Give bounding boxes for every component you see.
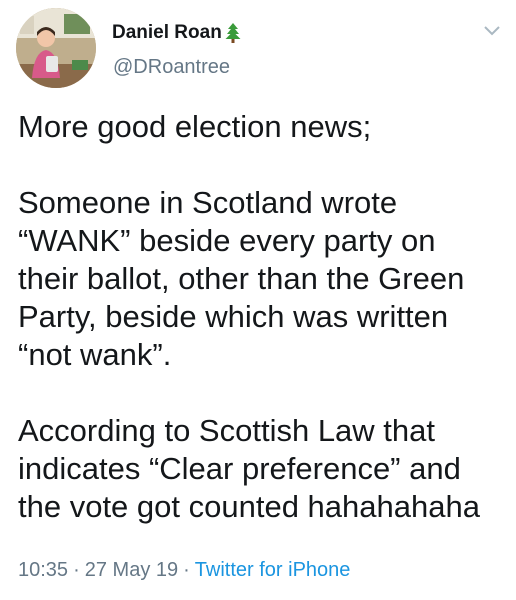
tweet-source-link[interactable]: Twitter for iPhone <box>195 559 351 581</box>
tweet-line: Someone in Scotland wrote <box>18 185 398 220</box>
author-name-row[interactable]: Daniel Roan <box>112 20 242 46</box>
tweet-line: “WANK” beside every party on <box>18 223 436 258</box>
tweet-line: More good election news; <box>18 109 372 144</box>
meta-separator: · <box>183 559 190 581</box>
tweet-line: the vote got counted hahahahaha <box>18 489 480 524</box>
profile-photo <box>16 8 96 88</box>
avatar[interactable] <box>16 8 96 88</box>
tweet-line: indicates “Clear preference” and <box>18 451 461 486</box>
author-display-name[interactable]: Daniel Roan <box>112 22 222 44</box>
evergreen-tree-icon <box>224 22 242 44</box>
meta-separator: · <box>73 559 80 581</box>
chevron-down-icon[interactable] <box>482 24 502 38</box>
tweet-line: “not wank”. <box>18 337 172 372</box>
tweet-text: More good election news; Someone in Scot… <box>18 108 508 526</box>
tweet-time[interactable]: 10:35 <box>18 559 68 581</box>
tweet-line: Party, beside which was written <box>18 299 449 334</box>
tweet-line: According to Scottish Law that <box>18 413 436 448</box>
author-handle[interactable]: @DRoantree <box>113 56 230 79</box>
tweet-line: their ballot, other than the Green <box>18 261 465 296</box>
tweet-card: Daniel Roan @DRoantree More good electio… <box>0 0 516 600</box>
tweet-date[interactable]: 27 May 19 <box>85 559 178 581</box>
tweet-meta: 10:35 · 27 May 19 · Twitter for iPhone <box>18 559 350 582</box>
